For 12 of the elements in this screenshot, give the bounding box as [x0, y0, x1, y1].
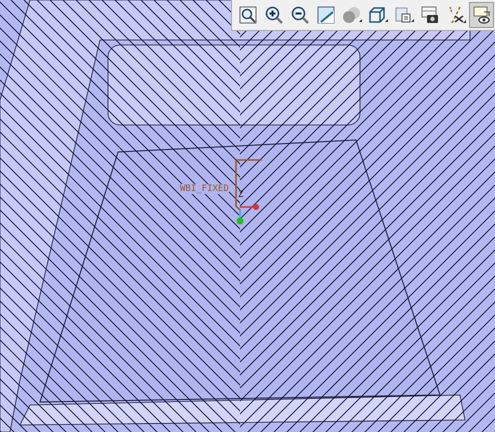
spheres-icon: [342, 6, 362, 24]
axis-label: Z: [238, 190, 244, 200]
zoom-out-icon: [290, 6, 308, 24]
display-button[interactable]: [469, 2, 494, 28]
zoom-in-icon: [264, 6, 282, 24]
cube-icon: [368, 6, 388, 24]
coordinate-system-label: WBI_FIXED: [180, 184, 229, 194]
camera-icon: [420, 6, 438, 24]
saved-views-icon: [394, 6, 414, 24]
repaint-icon: [316, 6, 334, 24]
zoom-window-icon: [238, 6, 256, 24]
display-settings-icon: [472, 6, 490, 24]
